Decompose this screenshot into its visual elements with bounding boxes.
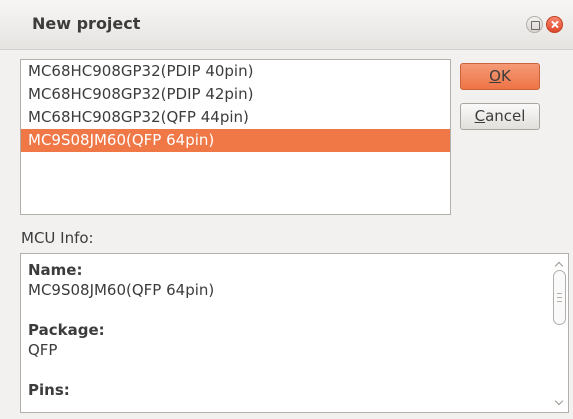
ok-button[interactable]: OK <box>460 63 540 90</box>
grip-icon <box>557 293 562 294</box>
cancel-button-mnemonic: C <box>474 107 486 125</box>
pins-label: Pins: <box>28 381 70 399</box>
list-item[interactable]: MC68HC908GP32(PDIP 40pin) <box>21 60 450 83</box>
new-project-dialog: New project MC68HC908GP32(PDIP 40pin) MC… <box>0 0 573 419</box>
grip-icon <box>557 297 562 298</box>
mcu-info-label: MCU Info: <box>21 229 94 247</box>
package-value: QFP <box>28 341 58 359</box>
mcu-info-panel[interactable]: Name: MC9S08JM60(QFP 64pin) Package: QFP… <box>20 253 569 413</box>
vertical-scrollbar[interactable] <box>550 254 568 412</box>
ok-button-mnemonic: O <box>489 67 501 85</box>
name-value: MC9S08JM60(QFP 64pin) <box>28 281 215 299</box>
cancel-button[interactable]: Cancel <box>460 103 540 130</box>
package-label: Package: <box>28 321 105 339</box>
name-label: Name: <box>28 261 83 279</box>
close-icon[interactable] <box>546 16 563 33</box>
ok-button-label-rest: K <box>500 67 511 85</box>
scroll-down-icon[interactable] <box>554 397 564 407</box>
list-item-selected[interactable]: MC9S08JM60(QFP 64pin) <box>21 129 450 152</box>
scroll-thumb[interactable] <box>553 270 566 325</box>
mcu-info-content: Name: MC9S08JM60(QFP 64pin) Package: QFP… <box>28 260 538 400</box>
title-bar[interactable]: New project <box>0 0 573 50</box>
mcu-list[interactable]: MC68HC908GP32(PDIP 40pin) MC68HC908GP32(… <box>20 59 451 215</box>
list-item[interactable]: MC68HC908GP32(PDIP 42pin) <box>21 83 450 106</box>
grip-icon <box>557 301 562 302</box>
cancel-button-label-rest: ancel <box>485 107 526 125</box>
list-item[interactable]: MC68HC908GP32(QFP 44pin) <box>21 106 450 129</box>
scroll-up-icon[interactable] <box>554 259 564 269</box>
maximize-icon[interactable] <box>526 16 543 33</box>
window-title: New project <box>32 14 141 33</box>
